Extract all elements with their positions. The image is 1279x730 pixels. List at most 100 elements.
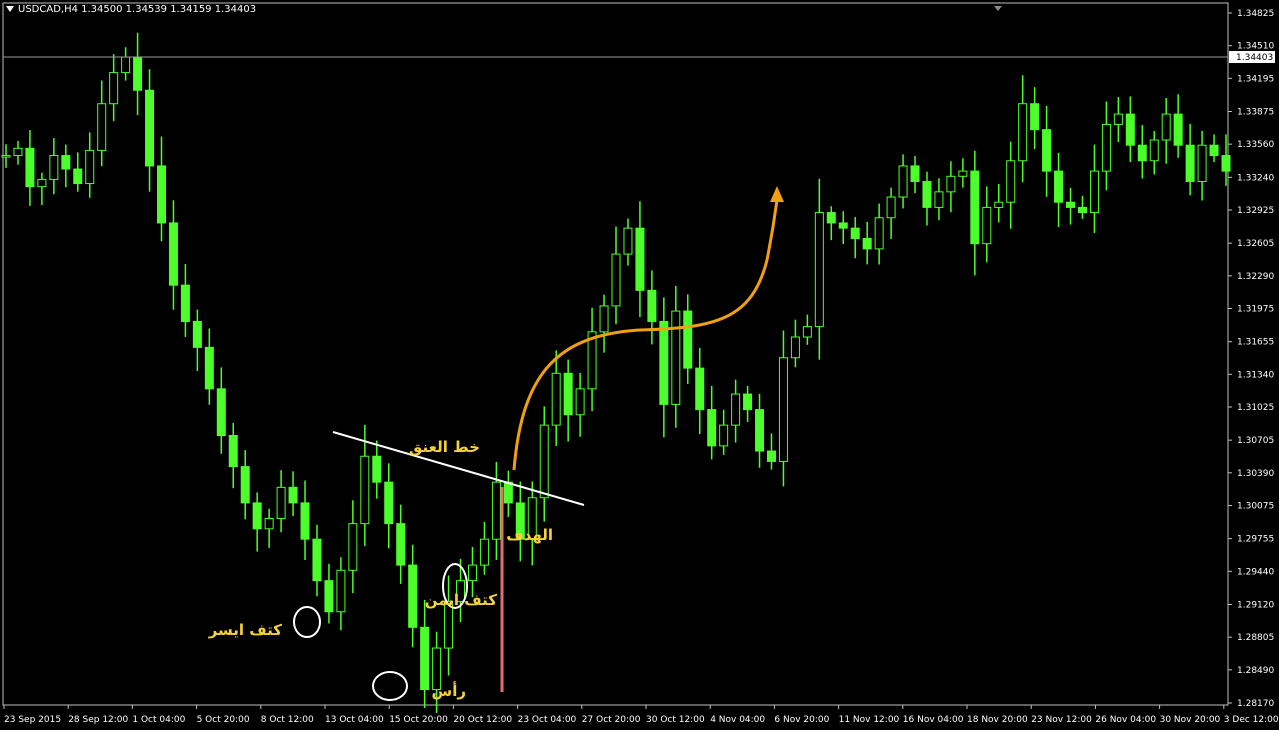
candle-body	[109, 72, 119, 105]
candle-body	[874, 217, 884, 250]
candle-body	[1125, 113, 1135, 146]
plot-border	[2, 2, 1229, 706]
chart-title: USDCAD,H4 1.34500 1.34539 1.34159 1.3440…	[6, 4, 256, 15]
x-tick-label: 20 Oct 12:00	[453, 715, 512, 725]
candle-body	[635, 227, 645, 291]
candle-body	[1018, 103, 1028, 162]
candle-body	[1197, 144, 1207, 182]
x-tick-label: 1 Oct 04:00	[132, 715, 185, 725]
candle-body	[970, 170, 980, 245]
y-tick-label: 1.30075	[1237, 501, 1274, 511]
y-tick-label: 1.31655	[1237, 338, 1274, 348]
candle-body	[743, 393, 753, 411]
x-tick-label: 26 Nov 04:00	[1095, 715, 1156, 725]
candle-body	[659, 320, 669, 405]
y-tick-label: 1.28490	[1237, 666, 1274, 676]
current-price-label: 1.34403	[1236, 53, 1273, 63]
y-tick-label: 1.33240	[1237, 173, 1274, 183]
candle-body	[396, 523, 406, 566]
candle-body	[958, 170, 968, 177]
candle-body	[503, 481, 513, 504]
x-tick-label: 3 Dec 12:00	[1224, 715, 1279, 725]
candle-body	[886, 196, 896, 219]
candle-body	[814, 212, 824, 328]
candle-body	[1054, 170, 1064, 203]
y-tick-label: 1.29120	[1237, 601, 1274, 611]
candle-body	[707, 409, 717, 447]
candle-body	[922, 180, 932, 208]
candle-body	[13, 147, 23, 157]
y-tick-label: 1.29755	[1237, 535, 1274, 545]
candle-body	[1173, 113, 1183, 146]
candle-body	[898, 165, 908, 198]
candle-body	[719, 424, 729, 447]
y-tick-label: 1.31340	[1237, 370, 1274, 380]
candle-body	[539, 424, 549, 499]
price-axis[interactable]: 1.34825 1.34510 1.34195 1.33875 1.33560 1.332…	[1228, 9, 1274, 709]
candle-body	[1077, 206, 1087, 214]
x-tick-label: 30 Nov 20:00	[1160, 715, 1221, 725]
candle-body	[408, 564, 418, 628]
candle-body	[300, 502, 310, 540]
candle-body	[671, 310, 681, 405]
scroll-marker-icon[interactable]	[994, 6, 1002, 11]
y-tick-label: 1.31025	[1237, 403, 1274, 413]
candle-body	[850, 227, 860, 240]
x-tick-label: 18 Nov 20:00	[967, 715, 1028, 725]
candle-body	[467, 564, 477, 582]
time-axis[interactable]: 23 Sep 2015 28 Sep 12:00 1 Oct 04:00 5 Oct …	[3, 705, 1279, 725]
candle-body	[1161, 113, 1171, 141]
candle-body	[1066, 201, 1076, 208]
candle-body	[49, 155, 59, 180]
candle-body	[97, 103, 107, 151]
overlays: 1.34403 خط العنق كتف ايسر رأس كتف ايمن ا…	[3, 6, 1275, 701]
x-tick-label: 11 Nov 12:00	[839, 715, 900, 725]
head-marker	[372, 671, 408, 701]
candle-body	[228, 435, 238, 468]
x-tick-label: 15 Oct 20:00	[389, 715, 448, 725]
candle-body	[910, 165, 920, 182]
y-tick-label: 1.30390	[1237, 469, 1274, 479]
y-tick-label: 1.28170	[1237, 699, 1274, 709]
head-label: رأس	[432, 681, 466, 700]
candle-body	[73, 168, 83, 185]
candle-body	[252, 502, 262, 530]
candle-body	[1, 155, 11, 158]
candle-body	[240, 466, 250, 504]
candle-body	[1006, 160, 1016, 203]
candle-body	[838, 222, 848, 229]
candle-body	[862, 238, 872, 250]
candle-body	[1209, 144, 1219, 157]
y-tick-label: 1.33875	[1237, 107, 1274, 117]
candle-body	[755, 409, 765, 452]
x-tick-label: 23 Oct 04:00	[518, 715, 577, 725]
candle-body	[168, 222, 178, 286]
candle-body	[61, 155, 71, 170]
candle-body	[145, 89, 155, 167]
candle-body	[192, 320, 202, 348]
y-tick-label: 1.29440	[1237, 567, 1274, 577]
menu-triangle-icon[interactable]	[6, 6, 14, 12]
y-tick-label: 1.32290	[1237, 272, 1274, 282]
candle-body	[133, 56, 143, 91]
x-tick-label: 5 Oct 20:00	[197, 715, 250, 725]
candle-body	[778, 357, 788, 462]
candle-body	[623, 227, 633, 255]
candle-body	[324, 580, 334, 613]
candle-body	[25, 147, 35, 188]
candle-body	[1030, 103, 1040, 131]
target-label: الهدف	[506, 526, 553, 544]
y-tick-label: 1.33560	[1237, 140, 1274, 150]
candle-body	[204, 346, 214, 390]
candle-body	[85, 149, 95, 185]
candle-body	[312, 538, 322, 582]
candle-body	[982, 206, 992, 245]
candle-body	[420, 626, 430, 691]
symbol-line: USDCAD,H4 1.34500 1.34539 1.34159 1.3440…	[18, 4, 257, 15]
x-tick-label: 27 Oct 20:00	[582, 715, 641, 725]
x-tick-label: 30 Oct 12:00	[646, 715, 705, 725]
price-chart[interactable]: 1.34825 1.34510 1.34195 1.33875 1.33560 1.332…	[0, 0, 1279, 730]
plot-frame	[2, 2, 1229, 706]
candle-body	[37, 178, 47, 188]
left-shoulder-marker	[293, 606, 321, 638]
